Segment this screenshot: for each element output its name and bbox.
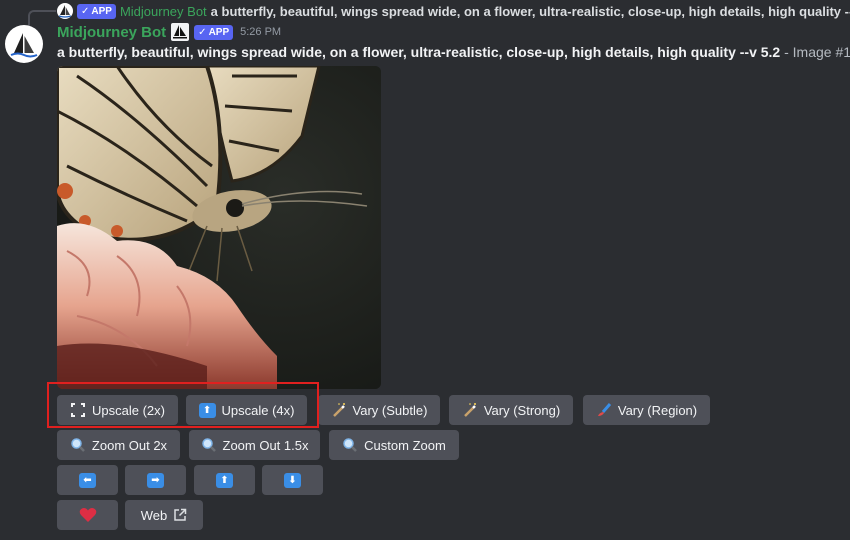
check-icon: ✓ [198,26,207,38]
generated-image[interactable] [57,66,381,389]
magnifier-icon [342,437,358,453]
vary-subtle-button[interactable]: Vary (Subtle) [318,395,440,425]
message-header: Midjourney Bot ✓ APP 5:26 PM [57,23,281,41]
bot-avatar[interactable] [5,25,43,63]
image-index: - Image #1 [784,44,850,60]
pan-up-button[interactable]: ⬆ [194,465,255,495]
zoom-out-2x-button[interactable]: Zoom Out 2x [57,430,180,460]
vary-region-button[interactable]: Vary (Region) [583,395,710,425]
vary-strong-button[interactable]: Vary (Strong) [449,395,573,425]
bot-mini-avatar [57,3,73,19]
favorite-button[interactable] [57,500,118,530]
check-icon: ✓ [81,5,90,17]
message-author[interactable]: Midjourney Bot [57,24,166,41]
sailboat-icon [171,23,190,41]
message-timestamp: 5:26 PM [240,26,282,38]
magic-wand-icon [331,402,347,418]
web-link-button[interactable]: Web [125,500,203,530]
zoom-out-1-5x-button[interactable]: Zoom Out 1.5x [189,430,320,460]
reply-author[interactable]: Midjourney Bot [120,4,207,19]
custom-zoom-button[interactable]: Custom Zoom [329,430,459,460]
external-link-icon [173,508,187,522]
reply-preview[interactable]: ✓ APP Midjourney Bot a butterfly, beautif… [57,2,850,20]
app-badge: ✓ APP [77,3,116,19]
pan-down-button[interactable]: ⬇ [262,465,323,495]
magic-wand-icon [462,402,478,418]
arrow-right-icon: ➡ [147,472,164,488]
message-prompt: a butterfly, beautiful, wings spread wid… [57,44,781,60]
magnifier-icon [70,437,86,453]
arrow-up-icon: ⬆ [216,472,233,488]
message-content: a butterfly, beautiful, wings spread wid… [57,44,850,60]
arrow-down-icon: ⬇ [284,472,301,488]
brush-icon [596,402,612,418]
upload-arrow-icon: ⬆ [198,402,216,418]
arrow-left-icon: ⬅ [79,472,96,488]
upscale-4x-button[interactable]: ⬆ Upscale (4x) [186,395,307,425]
app-badge: ✓ APP [194,24,234,40]
reply-text[interactable]: a butterfly, beautiful, wings spread wid… [211,4,850,19]
pan-left-button[interactable]: ⬅ [57,465,118,495]
expand-corners-icon [70,402,86,418]
heart-icon [79,507,97,523]
upscale-2x-button[interactable]: Upscale (2x) [57,395,178,425]
pan-right-button[interactable]: ➡ [125,465,186,495]
magnifier-icon [201,437,217,453]
